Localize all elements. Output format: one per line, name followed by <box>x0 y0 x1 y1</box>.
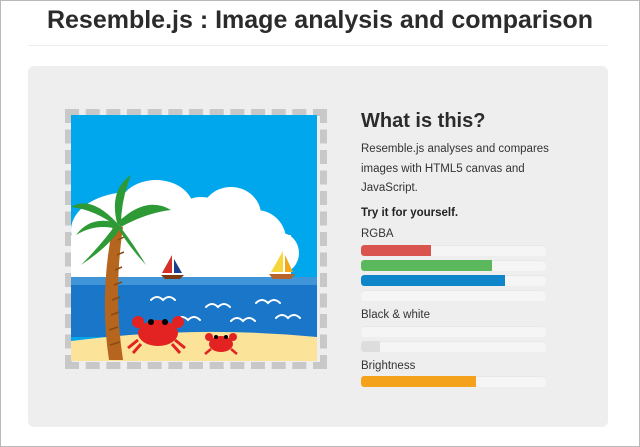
black-bar <box>361 341 546 352</box>
info-heading: What is this? <box>361 110 486 132</box>
red-bar-fill <box>361 245 432 256</box>
blue-bar-fill <box>361 275 506 286</box>
title-divider <box>28 45 608 46</box>
bw-label: Black & white <box>361 309 431 321</box>
beach-scene-image <box>71 115 317 361</box>
page-title: Resemble.js : Image analysis and compari… <box>46 6 594 34</box>
blue-bar <box>361 275 546 286</box>
black-bar-fill <box>361 341 380 352</box>
green-bar <box>361 260 546 271</box>
brightness-bar-fill <box>361 376 476 387</box>
green-bar-fill <box>361 260 493 271</box>
red-bar <box>361 245 546 256</box>
white-bar <box>361 326 546 337</box>
brightness-bar <box>361 376 546 387</box>
info-section: What is this? Resemble.js analyses and c… <box>361 108 551 221</box>
alpha-bar <box>361 290 546 301</box>
info-cta: Try it for yourself. <box>361 206 459 219</box>
crab-small <box>204 333 238 355</box>
info-description: Resemble.js analyses and compares images… <box>361 143 549 194</box>
brightness-label: Brightness <box>361 360 416 372</box>
rgba-label: RGBA <box>361 228 394 240</box>
